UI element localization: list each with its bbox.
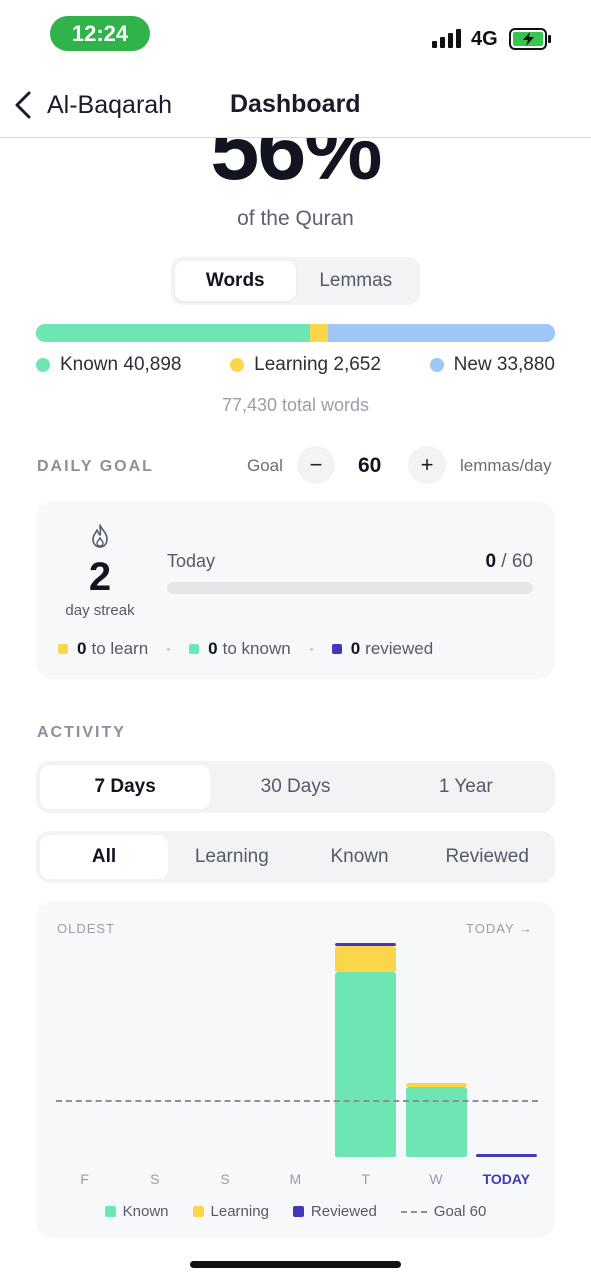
- separator-dot: [167, 647, 171, 651]
- chart-oldest-label: OLDEST: [57, 921, 116, 936]
- signal-icon: [432, 29, 462, 48]
- goal-value: 60: [358, 454, 382, 477]
- daily-goal-card: 2 day streak Today 0 / 60 0 to learn 0 t…: [36, 501, 555, 679]
- tab-7-days[interactable]: 7 Days: [40, 765, 211, 809]
- legend-learning: Learning 2,652: [230, 354, 381, 376]
- today-done: 0: [485, 551, 497, 572]
- battery-charging-icon: [509, 28, 551, 50]
- progress-legend: Known 40,898 Learning 2,652 New 33,880: [36, 354, 555, 376]
- x-tick-label: TODAY: [482, 1171, 531, 1187]
- x-tick-label: W: [429, 1171, 443, 1187]
- x-tick-label: S: [220, 1171, 230, 1187]
- x-tick-label: F: [80, 1171, 89, 1187]
- goal-line: [56, 1100, 538, 1103]
- navigation-bar: Al-Baqarah Dashboard: [0, 72, 591, 138]
- known-square-icon: [189, 644, 200, 654]
- today-progress-bar: [167, 582, 533, 594]
- increase-goal-button[interactable]: +: [408, 446, 446, 484]
- streak-label: day streak: [65, 602, 135, 619]
- bar-known-w[interactable]: [405, 1087, 467, 1157]
- progress-new-segment: [327, 324, 555, 342]
- back-button[interactable]: Al-Baqarah: [47, 91, 172, 120]
- separator-dot: [309, 647, 313, 651]
- percent-subtitle: of the Quran: [237, 207, 354, 230]
- goal-dash-icon: [400, 1210, 427, 1213]
- quran-progress-bar: [36, 324, 555, 342]
- tab-words[interactable]: Words: [175, 261, 296, 301]
- chart-today-label[interactable]: TODAY →: [466, 921, 533, 936]
- filter-known[interactable]: Known: [296, 835, 424, 879]
- today-stats: 0 to learn 0 to known 0 reviewed: [58, 639, 433, 659]
- daily-goal-heading: DAILY GOAL: [37, 458, 154, 475]
- to-known-label: to known: [222, 639, 291, 658]
- filter-toggle: All Learning Known Reviewed: [36, 831, 555, 883]
- learning-count: Learning 2,652: [254, 354, 381, 375]
- network-label: 4G: [471, 28, 498, 50]
- home-indicator: [190, 1261, 401, 1268]
- streak-count: 2: [88, 555, 112, 599]
- legend-reviewed-label: Reviewed: [310, 1203, 377, 1220]
- page-title: Dashboard: [230, 90, 361, 118]
- reviewed-count: 0: [350, 639, 361, 658]
- today-target: / 60: [496, 551, 533, 572]
- tab-30-days[interactable]: 30 Days: [210, 765, 380, 809]
- new-dot-icon: [429, 358, 444, 372]
- chart-legend-known: Known: [104, 1203, 169, 1220]
- known-count: Known 40,898: [60, 354, 182, 375]
- reviewed-square-icon: [331, 644, 342, 654]
- quran-percent: 56%: [210, 138, 382, 198]
- chart-legend: Known Learning Reviewed Goal 60: [36, 1203, 555, 1220]
- to-known-count: 0: [208, 639, 218, 658]
- to-learn-count: 0: [77, 639, 87, 658]
- x-tick-label: S: [150, 1171, 160, 1187]
- legend-known-label: Known: [122, 1203, 169, 1220]
- today-label: Today: [167, 551, 216, 571]
- flame-icon: [92, 524, 108, 548]
- back-chevron-icon[interactable]: [12, 90, 34, 120]
- legend-learning-label: Learning: [210, 1203, 269, 1220]
- new-count: New 33,880: [453, 354, 555, 375]
- bar-reviewed-today[interactable]: [475, 1154, 537, 1157]
- tab-lemmas[interactable]: Lemmas: [296, 261, 417, 301]
- to-learn-label: to learn: [91, 639, 149, 658]
- legend-new: New 33,880: [429, 354, 555, 376]
- goal-unit: lemmas/day: [460, 456, 552, 475]
- learning-dot-icon: [230, 358, 245, 372]
- filter-all[interactable]: All: [40, 835, 168, 879]
- reviewed-swatch-icon: [292, 1206, 304, 1217]
- x-tick-label: T: [361, 1171, 370, 1187]
- activity-chart: OLDEST TODAY → Known Learning Reviewed G…: [36, 901, 555, 1238]
- filter-reviewed[interactable]: Reviewed: [423, 835, 551, 879]
- bar-learning-t[interactable]: [335, 945, 397, 973]
- reviewed-label: reviewed: [365, 639, 434, 658]
- legend-goal-label: Goal 60: [433, 1203, 487, 1220]
- decrease-goal-button[interactable]: −: [297, 446, 335, 484]
- x-tick-label: M: [289, 1171, 302, 1187]
- bar-learning-w[interactable]: [405, 1082, 467, 1088]
- chart-legend-reviewed: Reviewed: [292, 1203, 377, 1220]
- scope-toggle: Words Lemmas: [171, 257, 420, 305]
- known-swatch-icon: [104, 1206, 116, 1217]
- status-bar: 12:24 4G: [0, 0, 591, 72]
- learn-square-icon: [58, 644, 68, 654]
- percent-header: 56%: [0, 138, 591, 198]
- bar-reviewed-t[interactable]: [335, 942, 397, 946]
- today-progress-count: 0 / 60: [485, 551, 533, 573]
- legend-known: Known 40,898: [36, 354, 182, 376]
- chart-legend-goal: Goal 60: [400, 1203, 487, 1220]
- learning-swatch-icon: [192, 1206, 204, 1217]
- progress-learning-segment: [310, 324, 328, 342]
- range-toggle: 7 Days 30 Days 1 Year: [36, 761, 555, 813]
- tab-1-year[interactable]: 1 Year: [381, 765, 551, 809]
- chart-legend-learning: Learning: [192, 1203, 269, 1220]
- filter-learning[interactable]: Learning: [168, 835, 296, 879]
- goal-stepper: Goal − 60 + lemmas/day: [247, 446, 557, 486]
- progress-known-segment: [36, 324, 311, 342]
- activity-heading: ACTIVITY: [37, 724, 126, 741]
- known-dot-icon: [36, 358, 50, 372]
- bar-known-t[interactable]: [335, 972, 397, 1157]
- goal-label: Goal: [247, 456, 283, 475]
- total-words: 77,430 total words: [221, 395, 370, 415]
- status-time[interactable]: 12:24: [50, 16, 150, 51]
